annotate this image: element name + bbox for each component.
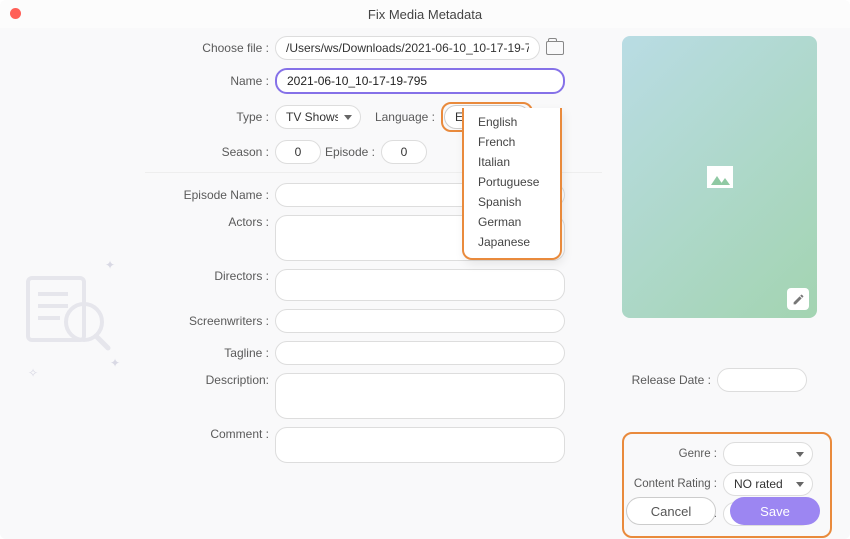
file-path-input[interactable] [275,36,540,60]
cancel-button[interactable]: Cancel [626,497,716,525]
browse-folder-icon[interactable] [546,41,564,55]
season-label: Season : [145,145,275,159]
genre-select[interactable] [723,442,813,466]
language-option[interactable]: English [464,112,560,132]
episode-label: Episode : [321,145,381,159]
sparkle-icon: ✦ [110,356,120,370]
tagline-label: Tagline : [145,346,275,360]
edit-icon [792,293,805,306]
window-title: Fix Media Metadata [0,7,850,22]
language-option[interactable]: Portuguese [464,172,560,192]
season-input[interactable] [275,140,321,164]
choose-file-label: Choose file : [145,41,275,55]
description-textarea[interactable] [275,373,565,419]
content-rating-select[interactable]: NO rated [723,472,813,496]
language-option[interactable]: Spanish [464,192,560,212]
save-button[interactable]: Save [730,497,820,525]
genre-label: Genre : [628,448,723,460]
directors-label: Directors : [145,269,275,283]
language-dropdown[interactable]: English French Italian Portuguese Spanis… [462,108,562,260]
release-date-input[interactable] [717,368,807,392]
description-label: Description: [145,373,275,387]
name-label: Name : [145,74,275,88]
language-option[interactable]: Italian [464,152,560,172]
content-rating-label: Content Rating : [628,478,723,490]
episode-input[interactable] [381,140,427,164]
directors-textarea[interactable] [275,269,565,301]
sparkle-icon: ✧ [28,366,38,380]
sparkle-icon: ✦ [105,258,115,272]
search-document-illustration [20,266,120,356]
type-label: Type : [145,110,275,124]
screenwriters-label: Screenwriters : [145,314,275,328]
tagline-input[interactable] [275,341,565,365]
type-select[interactable]: TV Shows [275,105,361,129]
episode-name-label: Episode Name : [145,188,275,202]
image-placeholder-icon [707,166,733,188]
artwork-preview [622,36,817,318]
comment-label: Comment : [145,427,275,441]
screenwriters-input[interactable] [275,309,565,333]
name-input[interactable] [275,68,565,94]
language-option[interactable]: French [464,132,560,152]
language-option[interactable]: Japanese [464,232,560,252]
actors-label: Actors : [145,215,275,229]
release-date-label: Release Date : [622,373,717,387]
comment-textarea[interactable] [275,427,565,463]
decorative-sidebar: ✦ ✦ ✧ [0,36,145,538]
close-window-button[interactable] [10,8,21,19]
language-label: Language : [361,110,441,124]
edit-artwork-button[interactable] [787,288,809,310]
language-option[interactable]: German [464,212,560,232]
